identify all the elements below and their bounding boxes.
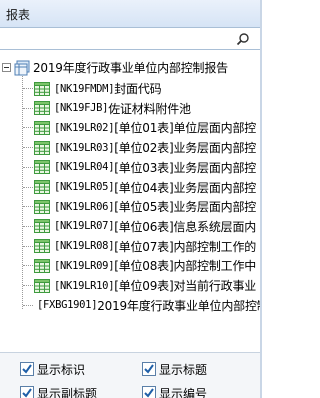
tree-root-node[interactable]: 2019年度行政事业单位内部控制报告 <box>2 58 228 77</box>
show-number-checkbox[interactable]: 显示编号 <box>142 383 207 398</box>
table-report-icon <box>34 180 50 194</box>
report-group-icon <box>14 60 30 75</box>
tree-branch-line <box>23 186 33 188</box>
tree-item-code: [NK19LR06] <box>54 200 115 213</box>
panel-title: 报表 <box>6 8 31 22</box>
show-title-checkbox[interactable]: 显示标题 <box>142 359 207 379</box>
tree-branch-line <box>23 107 33 109</box>
tree-item-code: [NK19FMDM] <box>54 82 115 95</box>
tree-item-label: [单位04表]业务层面内部控 <box>114 180 257 195</box>
tree-branch-line <box>23 245 33 247</box>
tree-item-code: [NK19LR02] <box>54 121 115 134</box>
search-icon[interactable] <box>236 32 250 46</box>
tree-item-code: [NK19LR10] <box>54 279 115 292</box>
tree-item-label: [单位07表]内部控制工作的 <box>114 239 257 254</box>
tree-item-label: 2019年度行政事业单位内部控制 <box>97 298 262 313</box>
table-report-icon <box>34 199 50 214</box>
table-report-icon <box>34 160 50 175</box>
tree-item-code: [NK19LR03] <box>54 141 115 154</box>
tree-branch-line <box>23 285 33 286</box>
tree-branch-line <box>23 166 33 168</box>
tree-branch-line <box>23 206 33 208</box>
report-tree: 2019年度行政事业单位内部控制报告 [NK19FMDM] 封面代码 [NK19FJ… <box>0 52 262 349</box>
table-report-icon <box>34 219 50 234</box>
tree-item-label: [单位02表]业务层面内部控 <box>114 141 257 156</box>
show-title-label: 显示标题 <box>159 362 208 377</box>
tree-item[interactable]: [NK19FMDM] 封面代码 <box>34 79 162 98</box>
tree-branch-line <box>23 88 33 89</box>
table-report-icon <box>34 258 50 273</box>
search-input[interactable] <box>2 30 232 48</box>
tree-branch-line <box>23 265 33 267</box>
table-report-icon <box>34 81 50 96</box>
tree-item-code: [NK19LR09] <box>54 259 115 272</box>
show-number-label: 显示编号 <box>159 386 208 398</box>
tree-item-code: [NK19LR05] <box>54 181 115 193</box>
tree-item-code: [NK19FJB] <box>54 102 109 115</box>
tree-item[interactable]: [NK19LR03] [单位02表]业务层面内部控 <box>34 138 256 157</box>
table-report-icon <box>34 278 50 293</box>
show-subtitle-label: 显示副标题 <box>37 386 98 398</box>
tree-item[interactable]: [NK19LR09] [单位08表]内部控制工作中 <box>34 256 256 275</box>
checkbox-checked-icon <box>142 386 156 398</box>
tree-branch-line <box>23 225 33 227</box>
collapse-toggle-icon[interactable] <box>2 63 11 72</box>
search-bar <box>0 28 262 50</box>
tree-item[interactable]: [NK19LR04] [单位03表]业务层面内部控 <box>34 158 256 177</box>
tree-item[interactable]: [NK19LR10] [单位09表]对当前行政事业 <box>34 276 256 295</box>
tree-item[interactable]: [NK19LR08] [单位07表]内部控制工作的 <box>34 237 256 256</box>
tree-item-code: [NK19LR04] <box>54 161 115 174</box>
panel-header: 报表 <box>0 0 262 28</box>
table-report-icon <box>34 101 50 116</box>
tree-item-label: 佐证材料附件池 <box>108 101 191 116</box>
tree-item[interactable]: [NK19LR06] [单位05表]业务层面内部控 <box>34 197 256 216</box>
show-id-label: 显示标识 <box>37 362 86 377</box>
tree-item-code: [NK19LR07] <box>54 220 115 233</box>
show-id-checkbox[interactable]: 显示标识 <box>20 359 85 379</box>
tree-item-label: [单位03表]业务层面内部控 <box>114 160 257 175</box>
tree-item-label: [单位08表]内部控制工作中 <box>114 259 257 274</box>
checkbox-checked-icon <box>142 362 156 376</box>
tree-item-label: [单位05表]业务层面内部控 <box>114 200 257 215</box>
checkbox-checked-icon <box>20 362 34 376</box>
checkbox-checked-icon <box>20 386 34 398</box>
show-subtitle-checkbox[interactable]: 显示副标题 <box>20 383 97 398</box>
tree-item-label: [单位06表]信息系统层面内 <box>114 219 257 234</box>
tree-item-label: 封面代码 <box>114 82 162 96</box>
tree-root-label: 2019年度行政事业单位内部控制报告 <box>33 61 228 75</box>
tree-guide-line <box>22 76 23 309</box>
tree-branch-line <box>23 127 33 129</box>
table-report-icon <box>34 120 50 135</box>
tree-item[interactable]: [NK19LR02] [单位01表]单位层面内部控 <box>34 118 256 137</box>
tree-item[interactable]: [NK19LR07] [单位06表]信息系统层面内 <box>34 217 256 236</box>
tree-item[interactable]: [NK19LR05] [单位04表]业务层面内部控 <box>34 178 256 197</box>
tree-item-label: [单位09表]对当前行政事业 <box>114 279 257 293</box>
table-report-icon <box>34 239 50 254</box>
tree-branch-line <box>23 147 33 149</box>
tree-item-code: [FXBG1901] <box>37 299 98 312</box>
display-options: 显示标识 显示标题 显示副标题 显示编号 <box>0 352 262 398</box>
tree-branch-line <box>23 304 33 306</box>
table-report-icon <box>34 140 50 155</box>
tree-item-analysis-report[interactable]: [FXBG1901] 2019年度行政事业单位内部控制 <box>37 296 262 315</box>
tree-item[interactable]: [NK19FJB] 佐证材料附件池 <box>34 99 191 118</box>
tree-item-label: [单位01表]单位层面内部控 <box>114 121 257 136</box>
panel-splitter[interactable] <box>260 0 262 398</box>
tree-item-code: [NK19LR08] <box>54 240 115 253</box>
